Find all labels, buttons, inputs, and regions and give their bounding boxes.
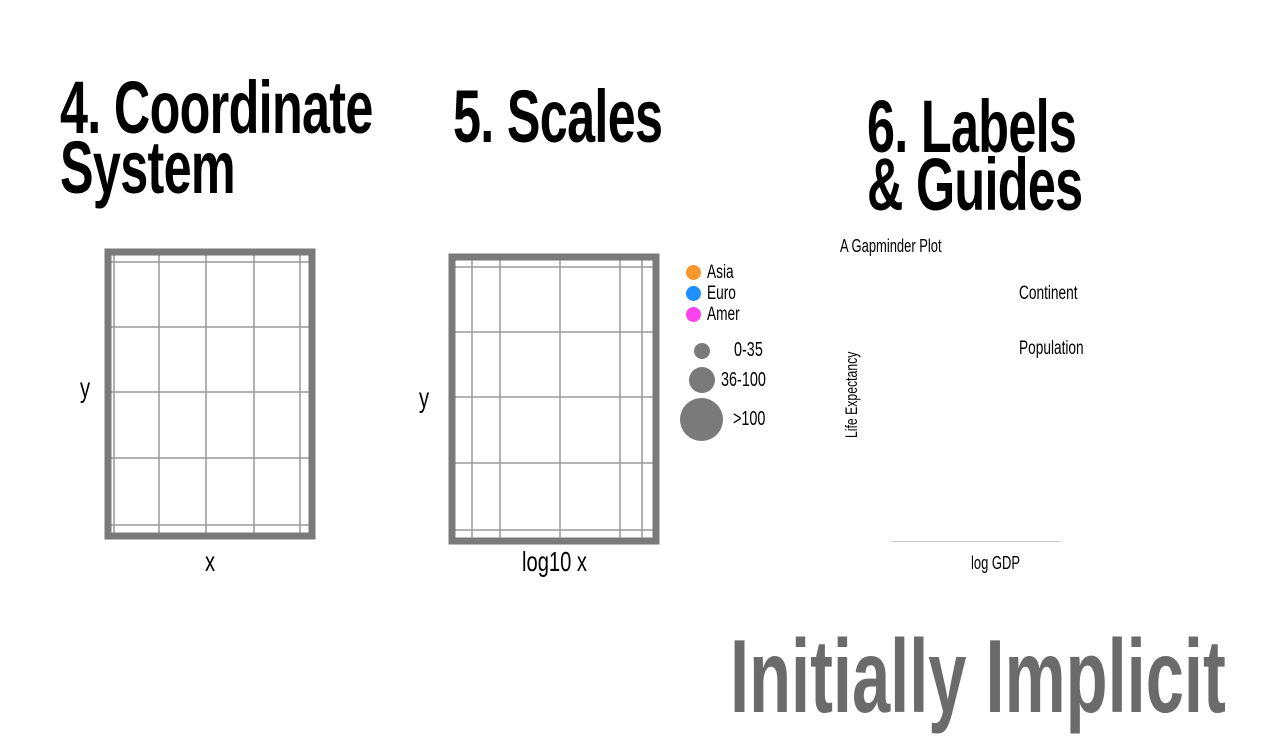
- legend-item-euro: Euro: [686, 283, 752, 304]
- coordinate-system-title: 4. Coordinate System: [60, 71, 373, 205]
- color-legend: Asia Euro Amer: [686, 262, 752, 325]
- legend-label: Euro: [707, 283, 736, 304]
- scales-grid: [448, 253, 660, 545]
- size-dot-small: [694, 343, 710, 359]
- coordinate-y-label: y: [80, 372, 91, 403]
- scales-frame: [448, 253, 660, 545]
- coordinate-grid: [104, 248, 316, 540]
- coordinate-frame: [104, 248, 316, 540]
- labels-guides-title-line2: & Guides: [867, 143, 1083, 226]
- labels-guides-title: 6. Labels & Guides: [867, 90, 1083, 226]
- euro-swatch: [686, 286, 701, 301]
- gapminder-plot-title: A Gapminder Plot: [840, 236, 942, 256]
- legend-label: Asia: [707, 262, 734, 283]
- scales-title: 5. Scales: [453, 75, 663, 158]
- scales-y-label: y: [419, 382, 430, 413]
- x-axis-line: [891, 541, 1061, 542]
- asia-swatch: [686, 265, 701, 280]
- population-legend-title: Population: [1019, 338, 1084, 359]
- life-expectancy-label-wrap: Life Expectancy: [842, 352, 861, 439]
- size-label-small: 0-35: [734, 339, 763, 361]
- size-label-large: >100: [733, 408, 766, 430]
- size-label-medium: 36-100: [721, 369, 766, 391]
- legend-item-amer: Amer: [686, 304, 752, 325]
- legend-item-asia: Asia: [686, 262, 752, 283]
- scales-x-label: log10 x: [522, 546, 588, 577]
- coordinate-x-label: x: [205, 546, 216, 577]
- continent-legend-title: Continent: [1019, 283, 1078, 304]
- amer-swatch: [686, 307, 701, 322]
- log-gdp-label: log GDP: [971, 553, 1020, 573]
- legend-label: Amer: [707, 304, 740, 325]
- size-dot-large: [680, 398, 723, 441]
- life-expectancy-label: Life Expectancy: [842, 351, 861, 438]
- initially-implicit-caption: Initially Implicit: [730, 619, 1226, 735]
- size-dot-medium: [689, 367, 715, 393]
